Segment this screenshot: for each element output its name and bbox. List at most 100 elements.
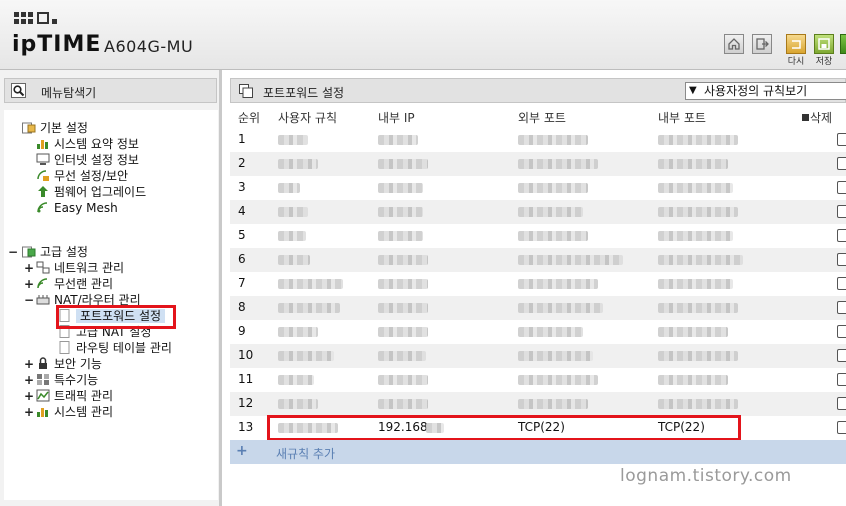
- expand-icon[interactable]: +: [24, 276, 34, 292]
- tree-item-label: 인터넷 설정 정보: [54, 153, 139, 167]
- redacted-cell: [378, 231, 423, 241]
- row-delete-checkbox[interactable]: [837, 157, 846, 170]
- home-icon: [728, 38, 740, 50]
- brand-logo: ipTIME: [12, 32, 102, 57]
- apply-button[interactable]: [840, 34, 846, 54]
- row-delete-checkbox[interactable]: [837, 133, 846, 146]
- rule-view-select[interactable]: ▼ 사용자정의 규칙보기: [685, 82, 846, 100]
- save-label: 저장: [815, 57, 833, 67]
- tree-item-network[interactable]: 네트워크 관리: [36, 260, 124, 276]
- tree-item-internet-info[interactable]: 인터넷 설정 정보: [36, 152, 139, 168]
- col-delete: 삭제: [802, 109, 832, 126]
- folder-settings-icon: [22, 122, 36, 134]
- tree-item-easymesh[interactable]: Easy Mesh: [36, 200, 118, 216]
- redacted-cell: [658, 351, 738, 361]
- redacted-cell: [278, 279, 343, 289]
- tree-item-system[interactable]: 시스템 관리: [36, 404, 113, 420]
- expand-icon[interactable]: +: [24, 404, 34, 420]
- tree-item-label: 펌웨어 업그레이드: [54, 185, 147, 199]
- row-delete-checkbox[interactable]: [837, 421, 846, 434]
- redacted-cell: [378, 351, 426, 361]
- brand-dots-icon: [14, 12, 58, 24]
- menu-explorer-header: 메뉴탐색기: [4, 78, 217, 103]
- row-rank: 3: [238, 180, 246, 194]
- row-delete-checkbox[interactable]: [837, 349, 846, 362]
- collapse-icon[interactable]: −: [8, 244, 18, 260]
- monitor-icon: [36, 153, 50, 165]
- redacted-cell: [658, 183, 733, 193]
- app-header: ipTIME A604G-MU 다시 저장: [0, 0, 846, 70]
- row-rank: 11: [238, 372, 254, 386]
- tree-item-system-summary[interactable]: 시스템 요약 정보: [36, 136, 139, 152]
- row-delete-checkbox[interactable]: [837, 301, 846, 314]
- redacted-cell: [658, 135, 738, 145]
- redacted-cell: [378, 279, 428, 289]
- redacted-cell: [278, 135, 308, 145]
- tree-item-wlan[interactable]: 무선랜 관리: [36, 276, 113, 292]
- redacted-cell: [278, 183, 300, 193]
- traffic-icon: [36, 389, 50, 402]
- redacted-cell: [518, 183, 588, 193]
- row-delete-checkbox[interactable]: [837, 373, 846, 386]
- redacted-cell: [278, 207, 308, 217]
- redacted-cell: [378, 183, 423, 193]
- row-rank: 1: [238, 132, 246, 146]
- table-row: 1: [230, 128, 846, 152]
- delete-all-icon: [802, 114, 809, 121]
- add-rule-label: 새규칙 추가: [276, 447, 336, 461]
- expand-icon[interactable]: +: [24, 388, 34, 404]
- table-row: 3: [230, 176, 846, 200]
- add-rule-button[interactable]: + 새규칙 추가: [230, 440, 846, 464]
- col-internal-ip: 내부 IP: [378, 111, 415, 125]
- redacted-cell: [378, 399, 428, 409]
- expand-icon[interactable]: +: [24, 260, 34, 276]
- logout-button[interactable]: [752, 34, 772, 54]
- row-rank: 2: [238, 156, 246, 170]
- lock-icon: [39, 357, 47, 369]
- row-rank: 13: [238, 420, 254, 434]
- redacted-cell: [658, 303, 738, 313]
- router-icon: [36, 295, 50, 305]
- tree-item-firmware[interactable]: 펌웨어 업그레이드: [36, 184, 146, 200]
- expand-icon[interactable]: +: [24, 372, 34, 388]
- row-delete-checkbox[interactable]: [837, 277, 846, 290]
- redacted-cell: [518, 327, 583, 337]
- home-button[interactable]: [724, 34, 744, 54]
- folder-plus-icon: [22, 246, 36, 258]
- port-forward-panel: 포트포워드 설정 ▼ 사용자정의 규칙보기 순위 사용자 규칙 내부 IP 외부…: [226, 70, 846, 506]
- tree-basic-settings[interactable]: 기본 설정: [22, 120, 88, 136]
- row-delete-checkbox[interactable]: [837, 397, 846, 410]
- tree-item-wireless[interactable]: 무선 설정/보안: [36, 168, 128, 184]
- redacted-cell: [378, 375, 428, 385]
- row-delete-checkbox[interactable]: [837, 229, 846, 242]
- tree-item-security[interactable]: 보안 기능: [36, 356, 102, 372]
- row-rank: 12: [238, 396, 254, 410]
- tree-item-special[interactable]: 특수기능: [36, 372, 98, 388]
- redacted-cell: [278, 375, 314, 385]
- redacted-cell: [658, 279, 733, 289]
- reload-button[interactable]: [786, 34, 806, 54]
- tree-item-label: 보안 기능: [54, 357, 102, 371]
- redacted-cell: [658, 327, 728, 337]
- tree-item-traffic[interactable]: 트래픽 관리: [36, 388, 113, 404]
- redacted-cell: [378, 303, 428, 313]
- row-delete-checkbox[interactable]: [837, 181, 846, 194]
- collapse-icon[interactable]: −: [24, 292, 34, 308]
- row-delete-checkbox[interactable]: [837, 325, 846, 338]
- tree-item-label: 시스템 관리: [54, 405, 114, 419]
- row-delete-checkbox[interactable]: [837, 253, 846, 266]
- search-icon: [11, 83, 26, 98]
- table-row: 6: [230, 248, 846, 272]
- redacted-cell: [658, 399, 738, 409]
- redacted-cell: [278, 231, 306, 241]
- row-rank: 7: [238, 276, 246, 290]
- tree-item-routing-table[interactable]: 라우팅 테이블 관리: [58, 340, 172, 356]
- col-rank: 순위: [238, 111, 261, 125]
- tree-advanced-settings[interactable]: 고급 설정: [22, 244, 88, 260]
- windows-icon: [239, 84, 253, 98]
- menu-explorer-title: 메뉴탐색기: [41, 86, 97, 100]
- row-delete-checkbox[interactable]: [837, 205, 846, 218]
- redacted-cell: [658, 231, 733, 241]
- save-button[interactable]: [814, 34, 834, 54]
- expand-icon[interactable]: +: [24, 356, 34, 372]
